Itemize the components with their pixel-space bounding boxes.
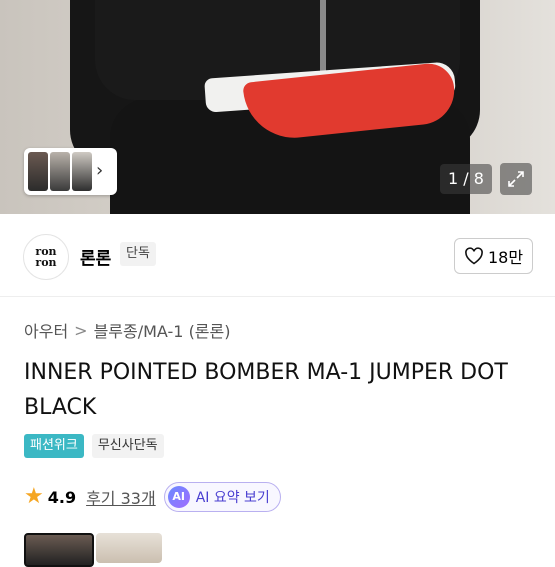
fashion-week-tag: 패션위크 bbox=[24, 434, 84, 458]
breadcrumb: 아우터 > 블루종/MA-1 (론론) bbox=[24, 318, 231, 342]
brand-name[interactable]: 론론 bbox=[80, 244, 111, 269]
color-swatch[interactable] bbox=[96, 533, 162, 563]
rating-score: 4.9 bbox=[47, 487, 77, 507]
exclusive-badge: 단독 bbox=[120, 242, 156, 266]
brand-row: ron ron 론론 단독 18만 bbox=[0, 214, 555, 297]
tag-list: 패션위크 무신사단독 bbox=[24, 434, 164, 458]
chevron-right-icon: › bbox=[96, 160, 104, 181]
ai-icon: AI bbox=[167, 486, 190, 508]
like-button[interactable]: 18만 bbox=[454, 238, 533, 274]
thumbnail-image bbox=[50, 152, 70, 191]
star-icon: ★ bbox=[24, 484, 44, 509]
thumbnail-image bbox=[72, 152, 92, 191]
rating-row: ★ 4.9 후기 33개 AI AI 요약 보기 bbox=[24, 482, 281, 512]
thumbnail-image bbox=[28, 152, 48, 191]
review-count-link[interactable]: 후기 33개 bbox=[86, 485, 156, 509]
expand-icon bbox=[508, 171, 524, 187]
heart-icon bbox=[465, 247, 483, 265]
breadcrumb-separator: > bbox=[74, 320, 88, 340]
exclusive-tag: 무신사단독 bbox=[91, 434, 164, 458]
product-image-gallery[interactable]: › 1 / 8 bbox=[0, 0, 555, 214]
logo-text-bottom: ron bbox=[35, 256, 57, 269]
breadcrumb-item-category[interactable]: 블루종/MA-1 (론론) bbox=[94, 318, 231, 342]
thumbnail-strip-button[interactable]: › bbox=[24, 148, 117, 195]
expand-button[interactable] bbox=[500, 163, 532, 195]
color-swatch-selected[interactable] bbox=[24, 533, 94, 567]
breadcrumb-item-outer[interactable]: 아우터 bbox=[24, 318, 68, 342]
brand-logo[interactable]: ron ron bbox=[23, 234, 69, 280]
ai-summary-label: AI 요약 보기 bbox=[195, 490, 270, 506]
like-count: 18만 bbox=[487, 248, 524, 267]
product-title: INNER POINTED BOMBER MA-1 JUMPER DOT BLA… bbox=[24, 360, 508, 420]
ai-summary-button[interactable]: AI AI 요약 보기 bbox=[163, 482, 281, 512]
image-counter: 1 / 8 bbox=[440, 164, 492, 194]
